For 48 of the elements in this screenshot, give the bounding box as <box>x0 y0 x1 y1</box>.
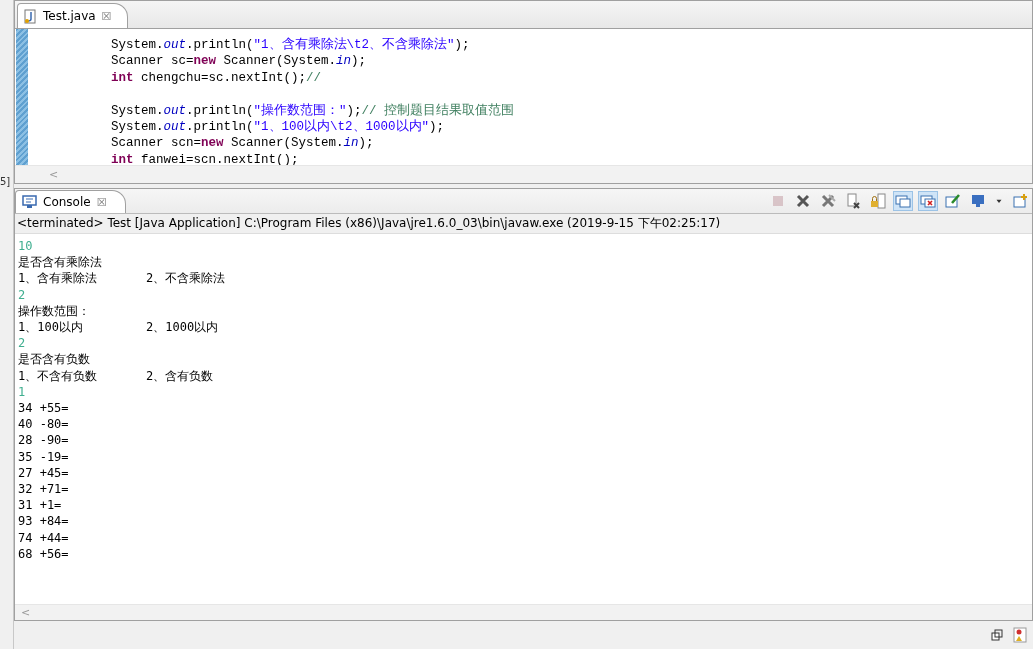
scroll-left-arrow[interactable]: < <box>49 168 59 181</box>
console-input-text: 2 <box>18 286 26 303</box>
code-line: System.out.println("操作数范围：");// 控制题目结果取值范围 <box>111 102 515 119</box>
code-line: int fanwei=scn.nextInt(); <box>111 151 300 165</box>
code-line: Scanner scn=new Scanner(System.in); <box>111 135 375 152</box>
console-tab[interactable]: Console ☒ <box>15 190 126 213</box>
console-output-text: 是否含有乘除法 <box>18 254 102 271</box>
horizontal-scrollbar[interactable]: < <box>15 165 1032 183</box>
close-tab-button[interactable]: ☒ <box>101 9 112 23</box>
console-output-text: 35 -19= <box>18 448 69 465</box>
new-console-icon[interactable] <box>1010 191 1030 211</box>
windows-icon[interactable] <box>893 191 913 211</box>
console-output-text: 68 +56= <box>18 545 69 563</box>
console-output-text: 2、含有负数 <box>146 367 214 384</box>
console-output-text: 93 +84= <box>18 513 69 530</box>
console-input-text: 1 <box>18 383 26 401</box>
console-icon <box>22 195 37 209</box>
code-line: int chengchu=sc.nextInt();// <box>111 69 323 87</box>
editor-tab[interactable]: Test.java ☒ <box>17 3 129 28</box>
console-output-text: 1、100以内 <box>18 319 84 336</box>
console-input-text: 2 <box>18 335 26 352</box>
process-info: <terminated> Test [Java Application] C:\Program Files (x86)\Java\jre1.6.0_03\bin\javaw.exe (2019-9-15 下午02:25:17) <box>15 214 1032 234</box>
console-output-text: 1、含有乘除法 <box>18 270 99 287</box>
console-output-text: 28 -90= <box>18 432 69 449</box>
horizontal-scrollbar[interactable]: < <box>15 604 1032 620</box>
code-line: Scanner sc=new Scanner(System.in); <box>111 53 368 70</box>
perspective-icon[interactable] <box>1013 627 1029 643</box>
console-input-text: 10 <box>18 238 33 255</box>
console-output-text: 操作数范围： <box>18 302 90 319</box>
console-output-text: 1、不含有负数 <box>18 367 99 384</box>
console-output-text: 31 +1= <box>18 497 62 514</box>
close-tab-button[interactable]: ☒ <box>96 195 107 209</box>
console-output-text: 2、1000以内 <box>146 319 219 336</box>
code-line: System.out.println("1、含有乘除法\t2、不含乘除法"); <box>111 37 471 54</box>
console-output-text: 34 +55= <box>18 400 69 417</box>
code-line: System.out.println("1、100以内\t2、1000以内"); <box>111 119 446 136</box>
console-output-text: 74 +44= <box>18 529 69 546</box>
console-output-text: 27 +45= <box>18 464 69 482</box>
java-file-icon <box>24 8 37 24</box>
view-label-fragment: 5] <box>0 176 12 187</box>
console-output-text: 32 +71= <box>18 481 69 498</box>
scroll-left-arrow[interactable]: < <box>21 606 31 619</box>
console-output-text: 是否含有负数 <box>18 351 90 368</box>
console-output-text: 2、不含乘除法 <box>146 270 226 287</box>
restore-icon[interactable] <box>991 629 1003 641</box>
scroll-lock-icon[interactable] <box>868 191 888 211</box>
console-output-text: 40 -80= <box>18 416 69 433</box>
windows-error-icon[interactable] <box>918 191 938 211</box>
